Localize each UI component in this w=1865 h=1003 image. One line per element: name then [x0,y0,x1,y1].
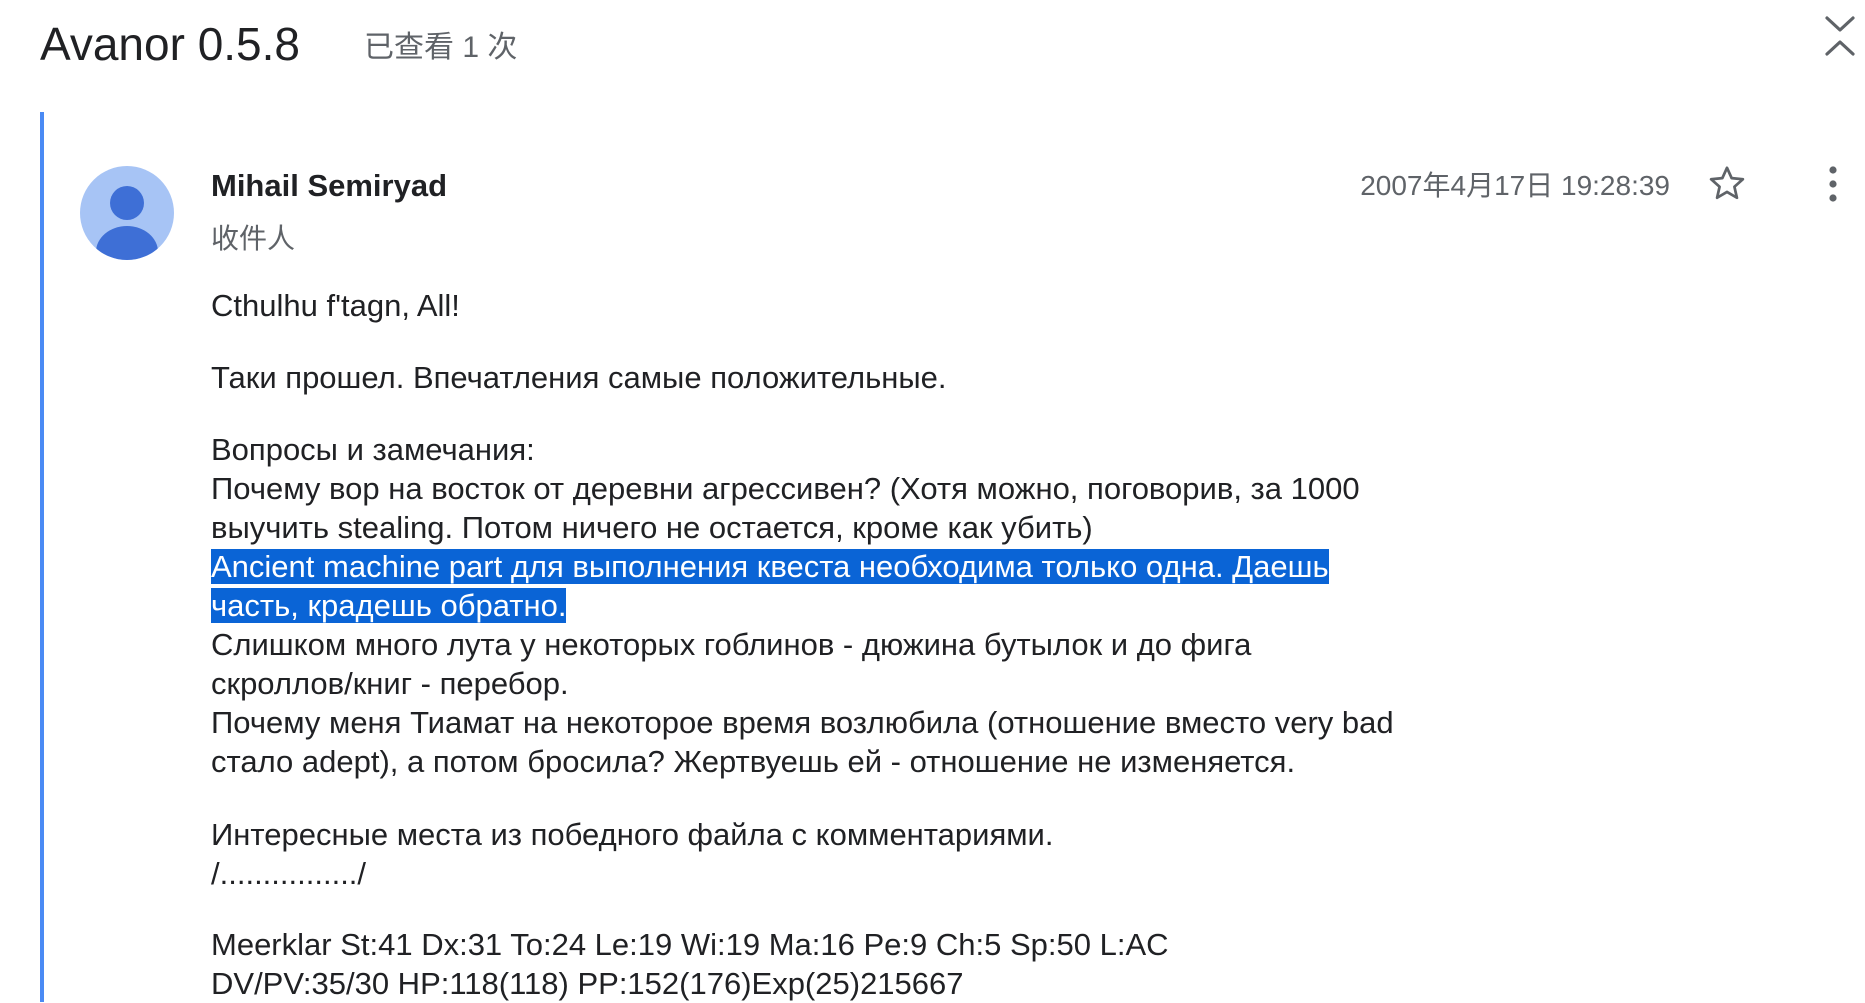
body-questions-header: Вопросы и замечания: [211,432,535,467]
more-vert-icon [1829,166,1837,202]
message-body-paragraph: Вопросы и замечания: Почему вор на восто… [211,430,1651,781]
person-avatar-icon [96,186,158,260]
body-line: Почему вор на восток от деревни агрессив… [211,471,1360,506]
sender-name[interactable]: Mihail Semiryad [211,166,447,206]
message-body-paragraph: Интересные места из победного файла с ко… [211,815,1651,893]
body-stats-line: Meerklar St:41 Dx:31 To:24 Le:19 Wi:19 M… [211,927,1169,962]
body-line: стало adept), а потом бросила? Жертвуешь… [211,744,1296,779]
body-greeting: Cthulhu f'tagn, All! [211,288,460,323]
recipient-label[interactable]: 收件人 [211,220,295,258]
body-line: Почему меня Тиамат на некоторое время во… [211,705,1394,740]
body-stats-line: DV/PV:35/30 HP:118(118) PP:152(176)Exp(2… [211,966,964,1001]
message-body: Cthulhu f'tagn, All! [211,286,1651,325]
view-count: 已查看 1 次 [364,31,518,64]
body-line: скроллов/книг - перебор. [211,666,569,701]
message-body-paragraph: Таки прошел. Впечатления самые положител… [211,358,1651,397]
body-places-header: Интересные места из победного файла с ко… [211,817,1054,852]
body-separator: /................/ [211,856,367,891]
star-button[interactable] [1705,162,1749,206]
star-outline-icon [1709,166,1745,200]
body-line: Слишком много лута у некоторых гоблинов … [211,627,1252,662]
sender-avatar[interactable] [80,166,174,260]
collapse-all-button[interactable] [1822,12,1858,60]
more-options-button[interactable] [1818,162,1848,206]
selected-text: часть, крадешь обратно. [211,588,567,623]
thread-title: Avanor 0.5.8 [40,18,301,70]
selected-text: Ancient machine part для выполнения квес… [211,549,1329,584]
thread-indicator-bar [40,112,44,1002]
message-timestamp: 2007年4月17日 19:28:39 [1360,170,1670,201]
message-body-paragraph: Meerklar St:41 Dx:31 To:24 Le:19 Wi:19 M… [211,925,1651,1003]
body-impression: Таки прошел. Впечатления самые положител… [211,360,947,395]
collapse-all-icon [1825,16,1855,56]
body-line: выучить stealing. Потом ничего не остает… [211,510,1093,545]
